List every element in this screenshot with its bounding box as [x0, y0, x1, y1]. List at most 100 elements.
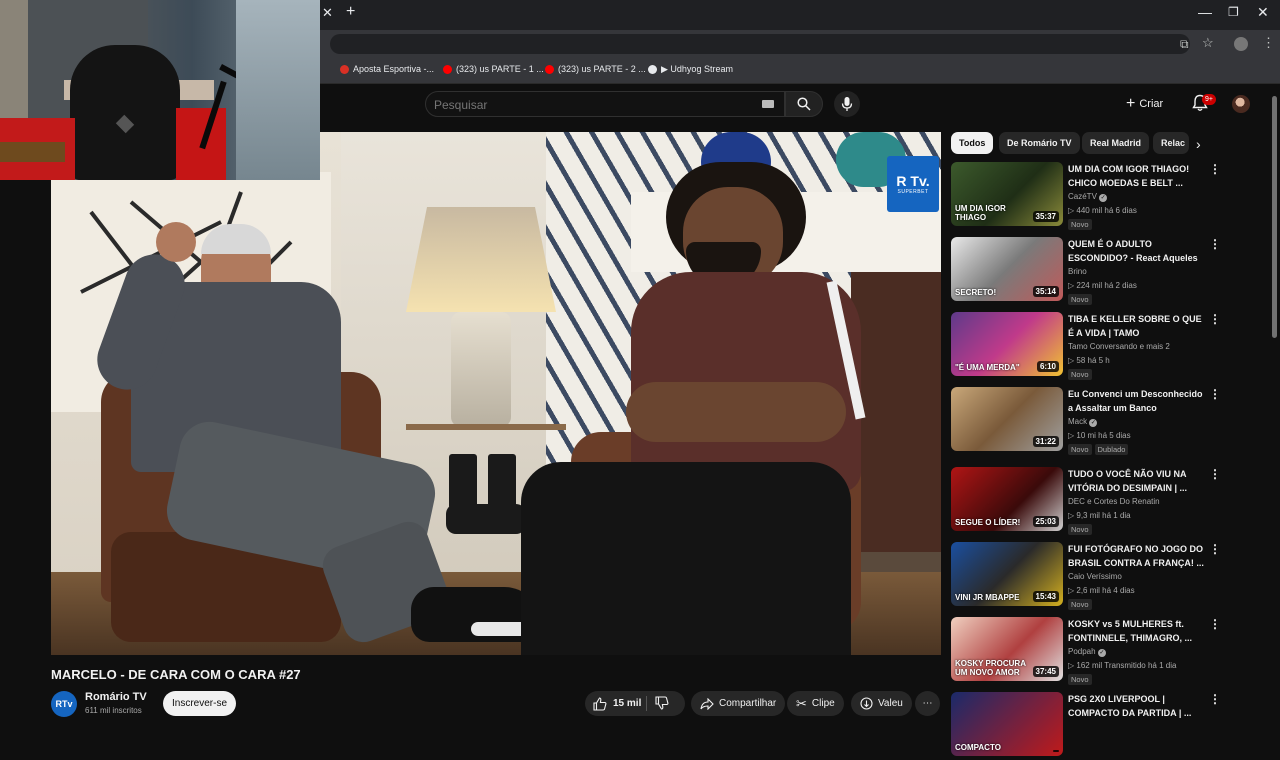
thanks-button[interactable]: Valeu: [851, 691, 912, 716]
video-thumbnail[interactable]: SEGUE O LÍDER! 25:03: [951, 467, 1063, 531]
badge-row: Novo: [1068, 524, 1092, 535]
video-thumbnail[interactable]: SECRETO! 35:14: [951, 237, 1063, 301]
window-maximize-icon[interactable]: ❐: [1228, 5, 1239, 19]
recommendation-meta: ▷ 440 mil há 6 dias: [1068, 206, 1137, 215]
verified-check-icon: ✓: [1099, 194, 1108, 202]
recommendation-channel[interactable]: CazéTV ✓: [1068, 192, 1108, 202]
video-thumbnail[interactable]: "É UMA MERDA" 6:10: [951, 312, 1063, 376]
more-vertical-icon[interactable]: ⋮: [1209, 617, 1221, 631]
chip-topic[interactable]: Real Madrid: [1082, 132, 1150, 154]
voice-search-button[interactable]: [834, 91, 860, 117]
new-tab-icon[interactable]: +: [346, 3, 355, 21]
video-thumbnail[interactable]: VINI JR MBAPPE 15:43: [951, 542, 1063, 606]
bookmark-item[interactable]: Aposta Esportiva -...: [340, 64, 434, 74]
chevron-right-icon[interactable]: ›: [1196, 136, 1201, 152]
more-actions-button[interactable]: ⋯: [915, 691, 940, 716]
video-thumbnail[interactable]: KOSKY PROCURA UM NOVO AMOR 37:45: [951, 617, 1063, 681]
youtube-favicon-icon: [545, 64, 554, 74]
recommendation-title[interactable]: Eu Convenci um Desconhecido a Assaltar u…: [1068, 387, 1206, 415]
thumbnail-caption: COMPACTO: [955, 743, 1001, 752]
subscribe-button[interactable]: Inscrever-se: [163, 691, 236, 716]
video-duration: 35:37: [1032, 211, 1059, 222]
recommendation-channel[interactable]: DEC e Cortes Do Renatin: [1068, 497, 1160, 506]
recommendation-item[interactable]: VINI JR MBAPPE 15:43 FUI FOTÓGRAFO NO JOGO…: [951, 542, 1269, 610]
more-vertical-icon[interactable]: ⋮: [1209, 387, 1221, 401]
search-icon: [797, 97, 811, 111]
bookmark-star-icon[interactable]: ☆: [1202, 35, 1214, 51]
user-avatar[interactable]: [1232, 95, 1250, 113]
chip-channel[interactable]: De Romário TV: [999, 132, 1080, 154]
install-app-icon[interactable]: ⧉: [1180, 37, 1189, 52]
keyboard-icon[interactable]: [762, 100, 774, 108]
badge-label: Novo: [1068, 294, 1092, 305]
badge-row: Novo Dublado: [1068, 444, 1129, 455]
scrollbar[interactable]: [1272, 96, 1277, 338]
recommendation-channel[interactable]: Brino: [1068, 267, 1087, 276]
more-vertical-icon[interactable]: ⋮: [1209, 162, 1221, 176]
channel-watermark[interactable]: R Tv. SUPERBET: [887, 156, 939, 212]
badge-label: Novo: [1068, 599, 1092, 610]
chip-all[interactable]: Todos: [951, 132, 994, 154]
search-box[interactable]: [425, 91, 785, 117]
video-player[interactable]: R Tv. SUPERBET: [51, 132, 941, 655]
channel-avatar[interactable]: RTv: [51, 691, 77, 717]
channel-name[interactable]: Romário TV: [85, 691, 147, 703]
create-button[interactable]: + Criar: [1126, 92, 1163, 116]
recommendation-item[interactable]: "É UMA MERDA" 6:10 TIBA E KELLER SOBRE O Q…: [951, 312, 1269, 380]
bookmark-item[interactable]: (323) us PARTE - 1 ...: [443, 64, 544, 74]
browser-menu-icon[interactable]: ⋮: [1262, 35, 1275, 51]
recommendation-item[interactable]: COMPACTO PSG 2X0 LIVERPOOL | COMPACTO DA …: [951, 692, 1269, 760]
recommendation-item[interactable]: UM DIA IGOR THIAGO 35:37 UM DIA COM IGOR T…: [951, 162, 1269, 230]
recommendation-title[interactable]: FUI FOTÓGRAFO NO JOGO DO BRASIL CONTRA A…: [1068, 542, 1206, 570]
thumbs-up-icon: [593, 696, 607, 711]
video-duration: 37:45: [1032, 666, 1059, 677]
recommendation-channel[interactable]: Podpah ✓: [1068, 647, 1106, 657]
like-button[interactable]: 15 mil: [593, 691, 641, 716]
search-button[interactable]: [785, 91, 823, 117]
badge-label: Dublado: [1094, 444, 1129, 455]
recommendation-channel[interactable]: Tamo Conversando e mais 2: [1068, 342, 1170, 351]
recommendation-meta: ▷ 2,6 mil há 4 dias: [1068, 586, 1135, 595]
clip-button[interactable]: ✂ Clipe: [787, 691, 844, 716]
bookmark-favicon-icon: [340, 64, 349, 74]
video-thumbnail[interactable]: 31:22: [951, 387, 1063, 451]
microphone-icon: [841, 97, 853, 111]
recommendation-item[interactable]: SEGUE O LÍDER! 25:03 TUDO O VOCÊ NÃO VIU N…: [951, 467, 1269, 535]
tab-close-icon[interactable]: ✕: [322, 5, 333, 21]
recommendation-title[interactable]: KOSKY vs 5 MULHERES ft. FONTINNELE, THIM…: [1068, 617, 1206, 645]
recommendation-item[interactable]: SECRETO! 35:14 QUEM É O ADULTO ESCONDIDO? …: [951, 237, 1269, 305]
bookmark-item[interactable]: (323) us PARTE - 2 ...: [545, 64, 646, 74]
like-dislike-group: 15 mil: [585, 691, 685, 716]
recommendation-title[interactable]: PSG 2X0 LIVERPOOL | COMPACTO DA PARTIDA …: [1068, 692, 1206, 720]
recommendation-title[interactable]: UM DIA COM IGOR THIAGO! CHICO MOEDAS E B…: [1068, 162, 1206, 190]
recommendation-channel[interactable]: Mack ✓: [1068, 417, 1098, 427]
recommendation-title[interactable]: TUDO O VOCÊ NÃO VIU NA VITÓRIA DO DESIMP…: [1068, 467, 1206, 495]
dislike-button[interactable]: [655, 696, 669, 715]
browser-profile-avatar[interactable]: [1234, 37, 1248, 51]
bookmark-item[interactable]: ▶ Udhyog Stream: [648, 64, 733, 75]
address-bar[interactable]: [330, 34, 1190, 54]
recommendation-title[interactable]: QUEM É O ADULTO ESCONDIDO? - React Aquel…: [1068, 237, 1206, 265]
like-separator: [646, 696, 647, 711]
globe-icon: [648, 65, 657, 74]
more-vertical-icon[interactable]: ⋮: [1209, 312, 1221, 326]
thumbnail-caption: VINI JR MBAPPE: [955, 593, 1020, 602]
video-thumbnail[interactable]: UM DIA IGOR THIAGO 35:37: [951, 162, 1063, 226]
badge-row: Novo: [1068, 599, 1092, 610]
more-vertical-icon[interactable]: ⋮: [1209, 542, 1221, 556]
window-minimize-icon[interactable]: —: [1198, 4, 1212, 20]
recommendation-title[interactable]: TIBA E KELLER SOBRE O QUE É A VIDA | TAM…: [1068, 312, 1206, 340]
video-duration: 35:14: [1032, 286, 1059, 297]
share-button[interactable]: Compartilhar: [691, 691, 786, 716]
more-vertical-icon[interactable]: ⋮: [1209, 467, 1221, 481]
chip-related[interactable]: Relac: [1153, 132, 1189, 154]
recommendation-item[interactable]: 31:22 Eu Convenci um Desconhecido a Assal…: [951, 387, 1269, 455]
recommendation-item[interactable]: KOSKY PROCURA UM NOVO AMOR 37:45 KOSKY vs …: [951, 617, 1269, 685]
more-vertical-icon[interactable]: ⋮: [1209, 237, 1221, 251]
recommendation-channel[interactable]: Caio Veríssimo: [1068, 572, 1122, 581]
more-vertical-icon[interactable]: ⋮: [1209, 692, 1221, 706]
video-thumbnail[interactable]: COMPACTO: [951, 692, 1063, 756]
window-close-icon[interactable]: ✕: [1257, 4, 1269, 21]
search-input[interactable]: [434, 97, 754, 113]
video-duration: 31:22: [1032, 436, 1059, 447]
